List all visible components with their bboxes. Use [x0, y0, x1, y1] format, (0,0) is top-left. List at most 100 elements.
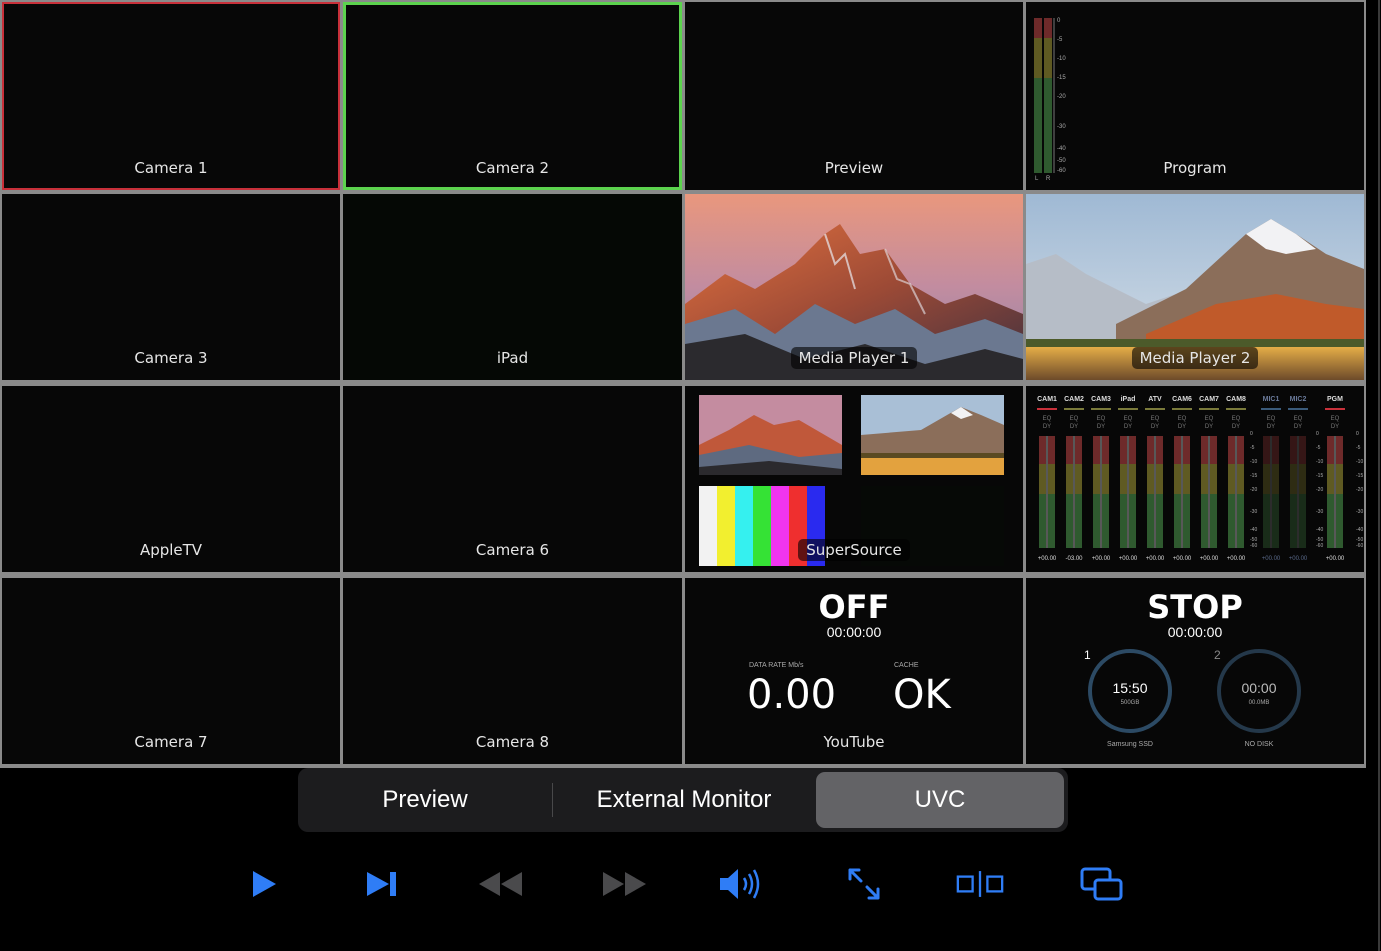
mixer-scale-label: -20: [1250, 487, 1258, 493]
mixer-channel-label: iPad: [1120, 396, 1136, 403]
mixer-dy-label: DY: [1096, 424, 1106, 430]
mixer-channel-value: +00.00: [1261, 556, 1281, 562]
mixer-tally-bar: [1118, 408, 1138, 410]
mixer-scale-label: -5: [1356, 445, 1361, 451]
mixer-scale-label: -10: [1316, 459, 1324, 465]
mixer-channel-value: +00.00: [1325, 556, 1345, 562]
tile-appletv[interactable]: AppleTV: [2, 386, 340, 572]
fullscreen-button[interactable]: [840, 864, 888, 904]
disk-2-size: 00.0MB: [1248, 700, 1270, 706]
tile-camera-3[interactable]: Camera 3: [2, 194, 340, 380]
skip-forward-icon: [367, 872, 396, 896]
segment-preview[interactable]: Preview: [302, 772, 548, 828]
tile-camera-1[interactable]: Camera 1: [2, 2, 340, 190]
stream-status: OFF: [818, 588, 890, 626]
mixer-channel-label: MIC1: [1262, 396, 1280, 403]
tile-ipad[interactable]: iPad: [343, 194, 682, 380]
mixer-channel-label: CAM1: [1037, 396, 1057, 403]
fast-forward-button[interactable]: [600, 864, 648, 904]
tile-camera-7[interactable]: Camera 7: [2, 578, 340, 764]
mixer-level-meter: [1263, 436, 1279, 548]
mixer-channel-value: +00.00: [1288, 556, 1308, 562]
record-time: 00:00:00: [1167, 624, 1223, 640]
mixer-scale-label: -30: [1250, 509, 1258, 515]
mixer-dy-label: DY: [1123, 424, 1133, 430]
mixer-eq-label: EQ: [1069, 416, 1079, 422]
mixer-scale-label: -20: [1356, 487, 1364, 493]
mixer-tally-bar: [1145, 408, 1165, 410]
expand-icon: [848, 868, 880, 900]
skip-forward-button[interactable]: [358, 864, 406, 904]
mixer-scale-label: -40: [1250, 527, 1258, 533]
segment-uvc[interactable]: UVC: [816, 772, 1064, 828]
mixer-dy-label: DY: [1204, 424, 1214, 430]
tile-media-player-1[interactable]: Media Player 1: [685, 194, 1023, 380]
tile-label: Camera 2: [475, 159, 550, 177]
mixer-channel-label: CAM2: [1064, 396, 1084, 403]
mixer-tally-bar: [1199, 408, 1219, 410]
meter-scale-40: -40: [1057, 146, 1066, 152]
mixer-channel-value: +00.00: [1118, 556, 1138, 562]
mixer-channel-label: CAM6: [1172, 396, 1192, 403]
rewind-button[interactable]: [477, 864, 525, 904]
mixer-eq-label: EQ: [1266, 416, 1276, 422]
tile-media-player-2[interactable]: Media Player 2: [1026, 194, 1364, 380]
disk-2-time: 00:00: [1241, 680, 1277, 696]
meter-scale-5: -5: [1057, 37, 1063, 43]
mixer-eq-label: EQ: [1177, 416, 1187, 422]
mixer-dy-label: DY: [1150, 424, 1160, 430]
volume-button[interactable]: [718, 864, 766, 904]
tile-audio-mixer[interactable]: CAM1 EQ DY +00.00 CAM2 EQ DY -03.00 CAM3 EQ DY +…: [1026, 386, 1364, 572]
disk-1-name: Samsung SSD: [1107, 741, 1153, 748]
tile-program[interactable]: 0 -5 -10 -15 -20 -30 -40 -50 -60 L R Pro…: [1026, 2, 1364, 190]
tile-preview[interactable]: Preview: [685, 2, 1023, 190]
mixer-eq-label: EQ: [1330, 416, 1340, 422]
mixer-dy-label: DY: [1069, 424, 1079, 430]
mixer-eq-label: EQ: [1231, 416, 1241, 422]
disk-1-time: 15:50: [1112, 680, 1148, 696]
meter-scale-30: -30: [1057, 124, 1066, 130]
picture-in-picture-button[interactable]: [1078, 864, 1126, 904]
mixer-level-meter: [1066, 436, 1082, 548]
mixer-channel-value: +00.00: [1172, 556, 1192, 562]
mixer-dy-label: DY: [1266, 424, 1276, 430]
mixer-channel-label: MIC2: [1289, 396, 1307, 403]
mixer-dy-label: DY: [1330, 424, 1340, 430]
tile-recorder[interactable]: STOP 00:00:00 1 15:50 500GB Samsung SSD …: [1026, 578, 1364, 764]
tile-camera-8[interactable]: Camera 8: [343, 578, 682, 764]
segment-external-monitor[interactable]: External Monitor: [556, 772, 812, 828]
split-view-button[interactable]: [956, 864, 1004, 904]
mixer-channel-label: CAM7: [1199, 396, 1219, 403]
mixer-scale-label: 0: [1250, 431, 1253, 437]
mixer-eq-label: EQ: [1042, 416, 1052, 422]
tile-label: Camera 7: [134, 733, 208, 751]
tile-label: AppleTV: [139, 541, 203, 559]
mixer-tally-bar: [1064, 408, 1084, 410]
record-status: STOP: [1147, 588, 1243, 626]
right-edge-divider: [1378, 0, 1380, 951]
audio-mixer: CAM1 EQ DY +00.00 CAM2 EQ DY -03.00 CAM3 EQ DY +…: [1026, 386, 1364, 572]
meter-scale-15: -15: [1057, 75, 1066, 81]
mixer-channel-label: PGM: [1327, 396, 1343, 403]
tile-supersource[interactable]: SuperSource: [685, 386, 1023, 572]
disk-2-number: 2: [1214, 648, 1221, 662]
mixer-scale-label: 0: [1316, 431, 1319, 437]
mixer-scale-label: -40: [1356, 527, 1364, 533]
mixer-eq-label: EQ: [1204, 416, 1214, 422]
mixer-level-meter: [1093, 436, 1109, 548]
mixer-eq-label: EQ: [1096, 416, 1106, 422]
mixer-tally-bar: [1226, 408, 1246, 410]
tile-camera-6[interactable]: Camera 6: [343, 386, 682, 572]
tile-youtube-stream[interactable]: OFF 00:00:00 DATA RATE Mb/s 0.00 CACHE O…: [685, 578, 1023, 764]
meter-scale-10: -10: [1057, 56, 1066, 62]
split-view-icon: [956, 871, 1004, 897]
tile-camera-2[interactable]: Camera 2: [343, 2, 682, 190]
play-button[interactable]: [240, 864, 288, 904]
mixer-dy-label: DY: [1231, 424, 1241, 430]
disk-2-name: NO DISK: [1244, 741, 1274, 748]
mixer-scale-label: -60: [1250, 543, 1258, 549]
stream-time: 00:00:00: [826, 624, 882, 640]
tile-label: Camera 1: [134, 159, 208, 177]
disk-1-number: 1: [1084, 648, 1091, 662]
mixer-scale-label: -15: [1250, 473, 1258, 479]
